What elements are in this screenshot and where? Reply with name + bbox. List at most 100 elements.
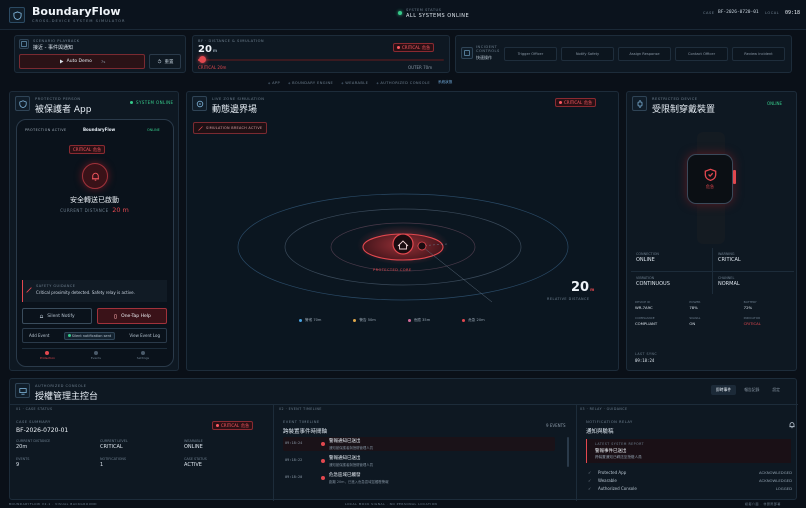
auto-demo-button[interactable]: Auto Demo 7s — [19, 54, 145, 69]
case-section-label: 01 · CASE STATUS — [16, 407, 53, 411]
timeline-event[interactable]: 09:18:22 警報通知已送出 通知被保護者與授權管理人員 — [283, 454, 555, 468]
reset-label: 重置 — [164, 59, 174, 65]
tab-icon — [45, 351, 50, 355]
wearable-meta-item: DEVICE ID WR-7A9C — [631, 300, 685, 310]
level-critical-label: CRITICAL 20m — [198, 65, 227, 70]
phone-frame: PROTECTION ACTIVE BoundaryFlow ONLINE CR… — [16, 119, 174, 367]
nav-item-label: APP — [272, 80, 281, 85]
phone-tab[interactable]: Settings — [137, 351, 149, 365]
phone-critical-chip: CRITICAL 危急 — [69, 145, 106, 154]
one-tap-help-button[interactable]: One-Tap Help — [97, 308, 167, 324]
distance-value: 20m — [198, 44, 217, 55]
case-field-value: 20m — [16, 444, 28, 450]
add-event-label: Add Event — [29, 333, 50, 338]
reset-button[interactable]: 重置 — [149, 54, 181, 69]
phone-icon — [114, 313, 117, 319]
silent-notify-button[interactable]: Silent Notify — [22, 308, 92, 324]
relay-row: ✓ Authorized Console LOGGED — [588, 484, 798, 492]
nav-item[interactable]: ◆ AUTHORIZED CONSOLE — [376, 81, 430, 85]
live-zone-panel: LIVE ZONE SIMULATION 動態邊界場 CRITICAL 危急 SI… — [186, 91, 619, 371]
nav-item[interactable]: ◆ BOUNDARY ENGINE — [288, 81, 333, 85]
incident-button[interactable]: Assign Response — [618, 47, 671, 61]
protected-app-title: 被保護者 App — [35, 105, 92, 115]
silent-notify-label: Silent Notify — [47, 313, 75, 319]
stat-key: CONNECTION — [636, 252, 659, 256]
distance-label: BF · DISTANCE & SIMULATION — [198, 39, 265, 43]
last-sync-value: 09:18:24 — [635, 358, 655, 363]
distance-critical-chip: CRITICAL 危急 — [393, 43, 435, 52]
case-field: CURRENT LEVEL CRITICAL — [100, 439, 184, 450]
protected-app-status: SYSTEM ONLINE — [136, 100, 174, 105]
console-tab[interactable]: 報告記錄 — [739, 385, 764, 395]
incident-button[interactable]: Contact Officer — [675, 47, 728, 61]
relay-check-icon: ✓ — [588, 469, 592, 475]
app-header: BoundaryFlow CROSS-DEVICE SYSTEM SIMULAT… — [0, 0, 806, 30]
incident-panel: INCIDENT CONTROLS 快速操作 Trigger Officer No… — [455, 35, 792, 73]
meta-value: CRITICAL — [743, 321, 761, 326]
guidance-text: Critical proximity detected. Safety rela… — [36, 290, 135, 295]
incident-button[interactable]: Review incident — [732, 47, 785, 61]
relay-row: ✓ Protected App ACKNOWLEDGED — [588, 468, 798, 476]
timeline-event[interactable]: 09:18:24 警報通知已送出 通知被保護者與授權管理人員 — [283, 437, 555, 451]
event-time: 09:18:22 — [285, 458, 303, 462]
legend-label: 警告 50m — [359, 318, 376, 322]
wearable-stat: WARNING CRITICAL — [713, 248, 794, 271]
nav-item[interactable]: ◆ APP — [268, 81, 280, 85]
phone-tab-label: Protection — [39, 356, 56, 360]
case-field-key: CURRENT LEVEL — [100, 439, 128, 443]
distance-slider-track[interactable] — [198, 59, 444, 61]
nav-item-label: AUTHORIZED CONSOLE — [380, 80, 430, 85]
meta-value: ON — [689, 321, 696, 326]
zone-legend: 警戒 70m 警告 50m 危險 35m 危急 20m — [299, 318, 485, 323]
view-event-log-label[interactable]: View Event Log — [129, 333, 160, 338]
case-field-key: WEARABLE — [184, 439, 203, 443]
incident-button[interactable]: Notify Safety — [561, 47, 614, 61]
nav-item-label: WEARABLE — [345, 80, 369, 85]
meta-key: COMPLIANCE — [635, 316, 655, 320]
relay-list: ✓ Protected App ACKNOWLEDGED ✓ Wearable ACKNO… — [588, 468, 798, 492]
protected-app-label: PROTECTED PERSON — [35, 97, 81, 101]
timeline-event[interactable]: 09:18:20 危急區域已觸發 距離 20m，已進入危急區域並觸發警報 — [283, 471, 555, 485]
incident-button[interactable]: Trigger Officer — [504, 47, 557, 61]
distance-slider-handle[interactable] — [199, 56, 206, 63]
wearable-title: 受限制穿戴裝置 — [652, 105, 716, 115]
nav-item-active[interactable]: 系統狀態 — [438, 80, 452, 85]
legend-swatch — [299, 319, 302, 322]
watch-alert-text: 危急 — [706, 184, 714, 189]
relay-device: Wearable — [598, 477, 617, 483]
relay-title: NOTIFICATION RELAY — [586, 420, 633, 424]
case-field: WEARABLE ONLINE — [184, 439, 268, 450]
event-title: 警報通知已送出 — [329, 456, 361, 461]
case-fields: CURRENT DISTANCE 20m CURRENT LEVEL CRITICAL… — [16, 439, 268, 468]
section-nav: ◆ APP ◆ BOUNDARY ENGINE ◆ WEARABLE ◆ AUTHOR… — [0, 80, 806, 88]
incident-icon — [461, 47, 473, 59]
meta-key: BATTERY — [743, 300, 757, 304]
relay-check-icon: ✓ — [588, 485, 592, 491]
app-subtitle: CROSS-DEVICE SYSTEM SIMULATOR — [32, 19, 126, 23]
stat-key: VIBRATION — [636, 275, 655, 280]
stat-value: CONTINUOUS — [636, 280, 670, 287]
nav-item[interactable]: ◆ WEARABLE — [341, 81, 368, 85]
console-tab[interactable]: 設定 — [767, 385, 785, 395]
console-tab[interactable]: 即時事件 — [711, 385, 737, 395]
legend-swatch — [407, 319, 411, 322]
system-status-dot — [398, 11, 402, 15]
phone-distance-label: CURRENT DISTANCE — [60, 208, 109, 213]
case-field-value: ONLINE — [184, 444, 203, 450]
legend-swatch — [462, 319, 466, 322]
phone-chip-cn: 危急 — [93, 146, 102, 152]
relay-sub: 通知與驗稿 — [586, 429, 614, 435]
phone-tab[interactable]: Events — [91, 351, 101, 365]
timeline-count: 9 EVENTS — [546, 423, 566, 428]
timeline-scrollbar[interactable] — [567, 437, 569, 467]
add-event-button[interactable]: Add Event Silent notification sent View … — [22, 328, 167, 343]
auto-demo-duration: 7s — [100, 59, 106, 64]
case-field-value: 1 — [100, 462, 104, 468]
phone-tab[interactable]: Protection — [40, 351, 55, 365]
timeline-list[interactable]: 09:18:24 警報通知已送出 通知被保護者與授權管理人員 09:18:22 警報通知… — [283, 437, 555, 488]
case-field-key: NOTIFICATIONS — [100, 457, 127, 461]
relay-status: ACKNOWLEDGED — [759, 469, 792, 475]
phone-protection-label: PROTECTION ACTIVE — [25, 128, 67, 132]
wearable-meta-item: BATTERY 72% — [740, 300, 794, 310]
bell-icon[interactable] — [788, 421, 796, 429]
